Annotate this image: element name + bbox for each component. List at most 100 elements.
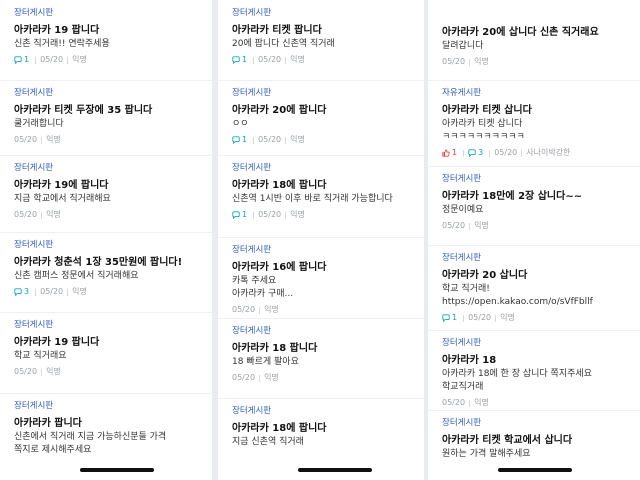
post-title[interactable]: 아카라카 티켓 팝니다	[232, 24, 424, 38]
post-divider	[218, 398, 424, 399]
post-list-item[interactable]: 장터게시판 아카라카 팝니다 신촌에서 직거래 지금 가능하신분들 가격 쪽지로 제시…	[0, 393, 212, 457]
post-author: 익명	[474, 398, 489, 407]
meta-divider	[41, 368, 43, 376]
board-name[interactable]: 장터게시판	[14, 320, 212, 331]
board-name[interactable]: 자유게시판	[442, 88, 640, 99]
board-name[interactable]: 장터게시판	[232, 406, 424, 417]
post-preview-line: 쪽지로 제시해주세요	[14, 445, 92, 455]
post-divider	[428, 245, 640, 246]
post-meta: 05/20 익명	[232, 372, 424, 384]
home-indicator[interactable]	[498, 468, 572, 472]
post-divider	[0, 232, 212, 233]
post-title[interactable]: 아카라카 18 팝니다	[232, 342, 424, 356]
post-author: 익명	[290, 210, 305, 219]
post-meta: 05/20 익명	[442, 56, 640, 68]
post-title[interactable]: 아카라카 19 팝니다	[14, 24, 212, 38]
post-title[interactable]: 아카라카 티켓 두장에 35 팝니다	[14, 104, 212, 118]
post-divider	[218, 318, 424, 319]
post-date: 05/20	[232, 373, 256, 382]
board-name[interactable]: 장터게시판	[14, 401, 212, 412]
board-name[interactable]: 장터게시판	[232, 88, 424, 99]
post-date: 05/20	[232, 305, 256, 314]
post-meta: 05/20 익명	[442, 397, 640, 409]
meta-divider	[469, 222, 471, 230]
board-name[interactable]: 장터게시판	[14, 163, 212, 174]
post-preview-line: 쿨거래합니다	[14, 119, 64, 129]
post-title[interactable]: 아카라카 20에 삽니다 신촌 직거래요	[442, 26, 640, 40]
post-preview-line: 학교 직거래!	[442, 284, 490, 294]
post-list-item[interactable]: 장터게시판 아카라카 18만에 2장 삽니다~~ 정문이예요 05/20 익명	[428, 166, 640, 232]
board-name[interactable]: 장터게시판	[442, 174, 640, 185]
comment-count-value: 1	[452, 313, 458, 322]
board-name[interactable]: 장터게시판	[442, 338, 640, 349]
post-title[interactable]: 아카라카 18만에 2장 삽니다~~	[442, 190, 640, 204]
meta-divider	[469, 399, 471, 407]
post-list-item[interactable]: 장터게시판 아카라카 18 아카라카 18에 한 장 삽니다 쪽지주세요 학교직거래 0…	[428, 330, 640, 409]
board-name[interactable]: 장터게시판	[232, 8, 424, 19]
home-indicator[interactable]	[80, 468, 154, 472]
meta-divider	[253, 56, 255, 64]
post-preview-line: 지금 학교에서 직거래해요	[14, 194, 111, 204]
post-list-item[interactable]: 장터게시판 아카라카 티켓 학교에서 삽니다 원하는 가격 말해주세요	[428, 410, 640, 461]
board-name[interactable]: 장터게시판	[442, 418, 640, 429]
comment-count: 1	[232, 209, 247, 221]
post-list-item[interactable]: 장터게시판 아카라카 18에 팝니다 지금 신촌역 직거래	[218, 398, 424, 449]
meta-divider	[253, 136, 255, 144]
post-title[interactable]: 아카라카 20 삽니다	[442, 269, 640, 283]
comment-count-value: 1	[242, 135, 248, 144]
post-preview-line: 20에 팝니다 신촌역 직거래	[232, 39, 335, 49]
board-name[interactable]: 장터게시판	[232, 163, 424, 174]
post-title[interactable]: 아카라카 18에 팝니다	[232, 179, 424, 193]
post-title[interactable]: 아카라카 18에 팝니다	[232, 422, 424, 436]
board-name[interactable]: 장터게시판	[14, 88, 212, 99]
post-list-item[interactable]: 장터게시판 아카라카 18 팝니다 18 빠르게 팔아요 05/20 익명	[218, 318, 424, 384]
post-meta: 05/20 익명	[442, 220, 640, 232]
post-title[interactable]: 아카라카 티켓 학교에서 삽니다	[442, 434, 640, 448]
post-list-item[interactable]: 장터게시판 아카라카 19 팝니다 신촌 직거래!! 연락주세용 1 05/20 익명	[0, 8, 212, 66]
board-name[interactable]: 장터게시판	[442, 253, 640, 264]
post-title[interactable]: 아카라카 16에 팝니다	[232, 261, 424, 275]
post-author: 익명	[290, 135, 305, 144]
post-list-item[interactable]: 아카라카 20에 삽니다 신촌 직거래요 달려갑니다 05/20 익명	[428, 8, 640, 68]
meta-divider	[67, 56, 69, 64]
post-title[interactable]: 아카라카 청춘석 1장 35만원에 팝니다!	[14, 256, 212, 270]
post-list-item[interactable]: 장터게시판 아카라카 19 팝니다 학교 직거래요 05/20 익명	[0, 312, 212, 378]
screenshot-column-3: 아카라카 20에 삽니다 신촌 직거래요 달려갑니다 05/20 익명 자유게시판 아카라…	[428, 0, 640, 480]
post-list-item[interactable]: 장터게시판아카라카 19에 팝니다 지금 학교에서 직거래해요 05/20 익명	[0, 155, 212, 221]
board-name[interactable]: 장터게시판	[232, 326, 424, 337]
post-divider	[218, 80, 424, 81]
post-preview-line: 신촌 캠퍼스 정문에서 직거래해요	[14, 271, 139, 281]
post-title[interactable]: 아카라카 티켓 삽니다	[442, 104, 640, 118]
post-list-item[interactable]: 장터게시판아카라카 티켓 팝니다 20에 팝니다 신촌역 직거래 1 05/20 익명	[218, 8, 424, 66]
post-list-item[interactable]: 장터게시판 아카라카 16에 팝니다 카톡 주세요 아카라카 구매... 05/20 익명	[218, 237, 424, 316]
post-list-item[interactable]: 장터게시판 아카라카 18에 팝니다 신촌역 1시반 이후 바로 직거래 가능합니다…	[218, 155, 424, 221]
post-list-item[interactable]: 장터게시판아카라카 청춘석 1장 35만원에 팝니다! 신촌 캠퍼스 정문에서 직…	[0, 232, 212, 298]
post-list-item[interactable]: 자유게시판 아카라카 티켓 삽니다 아카라카 티켓 삽니다 ㅋㅋㅋㅋㅋㅋㅋㅋㅋㅋ 1 3 0…	[428, 80, 640, 159]
post-title[interactable]: 아카라카 19 팝니다	[14, 336, 212, 350]
post-meta: 05/20 익명	[14, 209, 212, 221]
post-title[interactable]: 아카라카 19에 팝니다	[14, 179, 212, 193]
post-list-item[interactable]: 장터게시판 아카라카 20에 팝니다 ㅇㅇ 1 05/20 익명	[218, 80, 424, 146]
home-indicator[interactable]	[298, 468, 372, 472]
board-name[interactable]: 장터게시판	[14, 8, 212, 19]
meta-divider	[35, 288, 37, 296]
post-title[interactable]: 아카라카 18	[442, 354, 640, 368]
post-meta: 1 05/20 익명	[232, 54, 424, 66]
board-name[interactable]: 장터게시판	[14, 240, 212, 251]
speech-bubble-icon	[232, 211, 240, 219]
post-divider	[428, 166, 640, 167]
post-date: 05/20	[40, 55, 64, 64]
post-date: 05/20	[258, 135, 282, 144]
post-title[interactable]: 아카라카 팝니다	[14, 417, 212, 431]
post-author: 익명	[72, 287, 87, 296]
screenshot-column-2: 장터게시판 아카라카 티켓 팝니다 20에 팝니다 신촌역 직거래 1 05/20 익명 장…	[218, 0, 424, 480]
post-list-item[interactable]: 장터게시판 아카라카 티켓 두장에 35 팝니다 쿨거래합니다 05/20 익명	[0, 80, 212, 146]
post-author: 익명	[474, 57, 489, 66]
comment-count-value: 1	[24, 55, 30, 64]
post-preview-line: ㅋㅋㅋㅋㅋㅋㅋㅋㅋㅋ	[442, 132, 525, 142]
post-list-item[interactable]: 장터게시판 아카라카 20 삽니다 학교 직거래! https://open.kaka…	[428, 245, 640, 324]
post-date: 05/20	[258, 55, 282, 64]
post-preview-line: 학교 직거래요	[14, 351, 67, 361]
board-name[interactable]: 장터게시판	[232, 245, 424, 256]
post-title[interactable]: 아카라카 20에 팝니다	[232, 104, 424, 118]
